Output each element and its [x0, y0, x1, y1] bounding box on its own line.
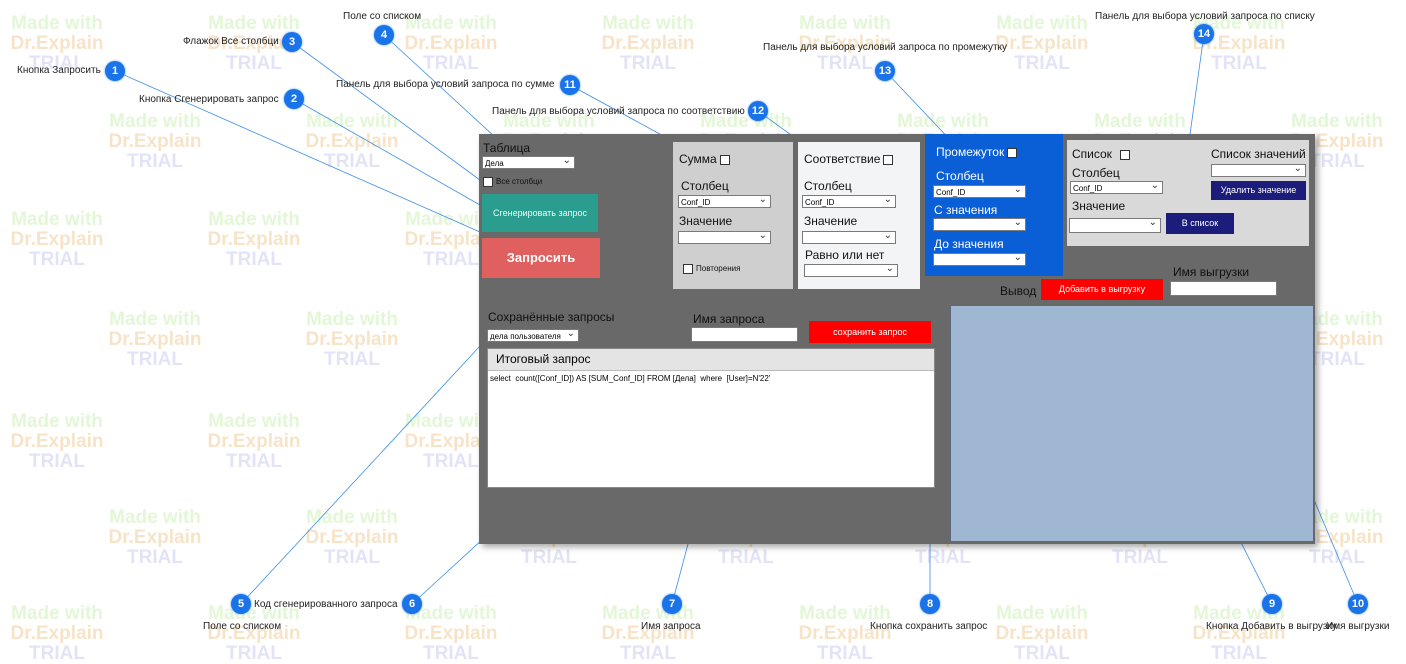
callout-marker-10: 10: [1348, 594, 1368, 614]
result-query-code[interactable]: select count([Conf_ID]) AS [SUM_Conf_ID]…: [488, 371, 934, 386]
callout-marker-13: 13: [875, 61, 895, 81]
save-query-button[interactable]: сохранить запрос: [809, 321, 931, 343]
sum-panel-header: Сумма: [679, 152, 730, 166]
result-query-panel: Итоговый запрос select count([Conf_ID]) …: [487, 348, 935, 488]
callout-label-6: Код сгенерированного запроса: [254, 599, 398, 610]
query-name-input[interactable]: [691, 327, 798, 342]
list-panel: Список Столбец Conf_ID Значение В список…: [1067, 140, 1309, 246]
callout-label-10: Имя выгрузки: [1326, 621, 1390, 632]
range-panel-header: Промежуток: [936, 145, 1018, 159]
callout-marker-2: 2: [284, 89, 304, 109]
list-values-select[interactable]: [1211, 162, 1306, 177]
sum-title: Сумма: [679, 152, 717, 166]
sum-panel: Сумма Столбец Conf_ID Значение Повторени…: [673, 142, 793, 289]
sum-column-select[interactable]: Conf_ID: [678, 193, 771, 208]
callout-marker-9: 9: [1262, 594, 1282, 614]
callout-label-8: Кнопка сохранить запрос: [870, 621, 988, 632]
callout-marker-7: 7: [662, 594, 682, 614]
sum-value-select[interactable]: [678, 229, 771, 244]
saved-queries-select[interactable]: дела пользователя: [487, 327, 579, 342]
list-values-label: Список значений: [1211, 147, 1306, 161]
saved-queries-label: Сохранённые запросы: [488, 310, 615, 324]
callout-marker-4: 4: [374, 25, 394, 45]
list-column-select[interactable]: Conf_ID: [1070, 179, 1163, 194]
callout-marker-11: 11: [560, 75, 580, 95]
table-label: Таблица: [483, 141, 531, 155]
sum-value-label: Значение: [679, 214, 733, 228]
match-checkbox[interactable]: [883, 154, 894, 165]
all-columns-checkbox-row[interactable]: Все столбци: [483, 177, 542, 187]
match-equal-label: Равно или нет: [805, 248, 885, 262]
request-button[interactable]: Запросить: [482, 238, 600, 278]
callout-label-13: Панель для выбора условий запроса по про…: [763, 42, 1008, 53]
sum-checkbox[interactable]: [719, 154, 730, 165]
callout-label-3: Флажок Все столбци: [183, 36, 279, 47]
callout-marker-1: 1: [105, 61, 125, 81]
add-to-export-button[interactable]: Добавить в выгрузку: [1041, 279, 1163, 300]
callout-marker-3: 3: [282, 32, 302, 52]
match-value-label: Значение: [804, 214, 858, 228]
match-column-label: Столбец: [804, 179, 852, 193]
all-columns-checkbox[interactable]: [483, 177, 493, 187]
repeat-checkbox[interactable]: [683, 264, 693, 274]
callout-marker-6: 6: [402, 594, 422, 614]
match-panel: Соответствие Столбец Conf_ID Значение Ра…: [798, 142, 920, 289]
match-title: Соответствие: [804, 152, 881, 166]
callout-label-14: Панель для выбора условий запроса по спи…: [1095, 11, 1315, 22]
callout-label-7: Имя запроса: [641, 621, 701, 632]
result-query-title: Итоговый запрос: [488, 349, 934, 371]
callout-label-11: Панель для выбора условий запроса по сум…: [336, 79, 555, 90]
match-value-select[interactable]: [802, 229, 896, 244]
query-builder-window: Таблица Дела Все столбци Сгенерировать з…: [479, 134, 1315, 544]
list-column-label: Столбец: [1072, 166, 1120, 180]
range-title: Промежуток: [936, 145, 1005, 159]
match-column-select[interactable]: Conf_ID: [802, 193, 896, 208]
delete-value-button[interactable]: Удалить значение: [1211, 181, 1306, 200]
range-checkbox[interactable]: [1007, 147, 1018, 158]
list-checkbox[interactable]: [1119, 149, 1130, 160]
list-value-select[interactable]: [1069, 216, 1161, 233]
range-to-label: До значения: [934, 237, 1004, 251]
range-column-select[interactable]: Conf_ID: [933, 183, 1026, 198]
callout-label-5: Поле со списком: [203, 621, 282, 632]
match-panel-header: Соответствие: [804, 152, 894, 166]
callout-label-9: Кнопка Добавить в выгрузку: [1206, 621, 1337, 632]
table-select[interactable]: Дела: [482, 154, 575, 169]
to-list-button[interactable]: В список: [1166, 213, 1234, 234]
range-from-label: С значения: [934, 203, 998, 217]
generate-query-button[interactable]: Сгенерировать запрос: [482, 194, 598, 232]
output-label: Вывод: [1000, 284, 1037, 298]
all-columns-label: Все столбци: [496, 177, 543, 187]
callout-label-1: Кнопка Запросить: [17, 65, 101, 76]
list-panel-header: Список: [1072, 147, 1130, 161]
range-from-select[interactable]: [933, 216, 1026, 231]
callout-marker-14: 14: [1194, 24, 1214, 44]
callout-marker-12: 12: [748, 101, 768, 121]
range-panel: Промежуток Столбец Conf_ID С значения До…: [925, 134, 1063, 276]
repeat-checkbox-row[interactable]: Повторения: [683, 264, 740, 274]
query-name-label: Имя запроса: [693, 312, 765, 326]
callout-label-2: Кнопка Сгенерировать запрос: [139, 94, 279, 105]
callout-label-12: Панель для выбора условий запроса по соо…: [492, 106, 745, 117]
sum-column-label: Столбец: [681, 179, 729, 193]
export-name-input[interactable]: [1170, 281, 1277, 296]
callout-label-4: Поле со списком: [343, 11, 422, 22]
list-title: Список: [1072, 147, 1112, 161]
match-equal-select[interactable]: [804, 262, 898, 277]
range-column-label: Столбец: [936, 169, 984, 183]
output-area[interactable]: [950, 305, 1314, 542]
repeat-label: Повторения: [696, 264, 741, 274]
callout-marker-8: 8: [920, 594, 940, 614]
list-value-label: Значение: [1072, 199, 1126, 213]
range-to-select[interactable]: [933, 251, 1026, 266]
callout-marker-5: 5: [231, 594, 251, 614]
export-name-label: Имя выгрузки: [1173, 265, 1250, 279]
